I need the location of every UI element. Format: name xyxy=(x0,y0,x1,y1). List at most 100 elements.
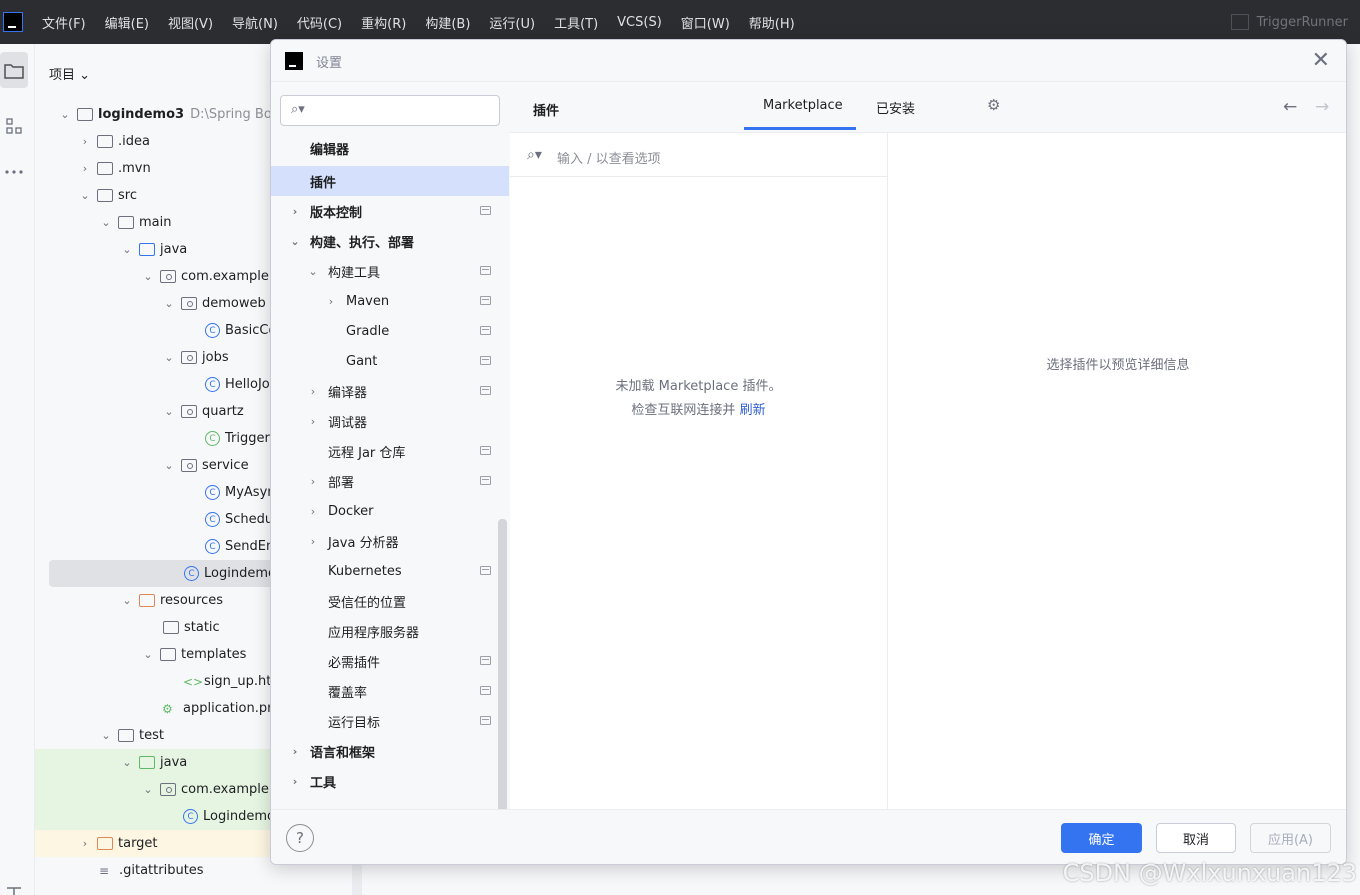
nav-item-plugins[interactable]: 插件 xyxy=(271,166,509,196)
nav-item-version-control[interactable]: › 版本控制 xyxy=(271,196,509,226)
run-config-selector[interactable]: TriggerRunner xyxy=(1230,14,1348,30)
tree-label: Logindemo xyxy=(204,566,276,581)
nav-item-trusted-locations[interactable]: 受信任的位置 xyxy=(271,586,509,616)
nav-item-debugger[interactable]: › 调试器 xyxy=(271,406,509,436)
nav-item-deployment[interactable]: › 部署 xyxy=(271,466,509,496)
nav-item-build-tools[interactable]: ⌄ 构建工具 xyxy=(271,256,509,286)
nav-item-kubernetes[interactable]: Kubernetes xyxy=(271,556,509,586)
nav-item-gradle[interactable]: Gradle xyxy=(271,316,509,346)
nav-scrollbar[interactable] xyxy=(498,519,507,809)
menu-file[interactable]: 文件(F) xyxy=(42,13,86,32)
chevron-down-icon[interactable]: ⌄ xyxy=(119,756,135,769)
menu-vcs[interactable]: VCS(S) xyxy=(617,15,662,30)
menu-build[interactable]: 构建(B) xyxy=(425,13,470,32)
plugins-header: 插件 Marketplace 已安装 ⚙ ← → xyxy=(510,82,1346,132)
package-icon xyxy=(181,459,197,472)
tree-label: jobs xyxy=(202,350,229,365)
menu-help[interactable]: 帮助(H) xyxy=(749,13,795,32)
cancel-button[interactable]: 取消 xyxy=(1156,823,1236,853)
chevron-down-icon[interactable]: ⌄ xyxy=(140,648,156,661)
empty-state-hint-text: 检查互联网连接并 xyxy=(631,403,740,418)
section-title: 插件 xyxy=(533,104,560,119)
chevron-down-icon[interactable]: ⌄ xyxy=(161,297,177,310)
source-folder-icon xyxy=(139,243,155,256)
more-tools-button[interactable] xyxy=(0,154,28,190)
nav-item-coverage[interactable]: 覆盖率 xyxy=(271,676,509,706)
chevron-right-icon[interactable]: › xyxy=(77,162,93,175)
nav-item-remote-jar[interactable]: 远程 Jar 仓库 xyxy=(271,436,509,466)
nav-item-label: Docker xyxy=(328,503,374,519)
nav-item-label: 应用程序服务器 xyxy=(328,625,420,641)
intellij-logo-icon[interactable] xyxy=(3,12,23,32)
tree-label: .idea xyxy=(118,134,150,149)
nav-item-tools[interactable]: › 工具 xyxy=(271,766,509,796)
menu-refactor[interactable]: 重构(R) xyxy=(361,13,406,32)
back-arrow-icon[interactable]: ← xyxy=(1283,97,1297,117)
folder-icon xyxy=(163,621,179,634)
chevron-down-icon[interactable]: ⌄ xyxy=(98,729,114,742)
chevron-down-icon[interactable]: ⌄ xyxy=(161,459,177,472)
chevron-right-icon[interactable]: › xyxy=(77,837,93,850)
tree-label: main xyxy=(139,215,172,230)
nav-item-java-profiler[interactable]: › Java 分析器 xyxy=(271,526,509,556)
panel-divider[interactable] xyxy=(352,860,362,895)
plugin-search-input[interactable]: ⌕▾ 输入 / 以查看选项 xyxy=(510,133,887,177)
menu-tools[interactable]: 工具(T) xyxy=(554,13,598,32)
class-icon: C xyxy=(205,512,220,527)
nav-item-gant[interactable]: Gant xyxy=(271,346,509,376)
resources-folder-icon xyxy=(139,594,155,607)
chevron-down-icon[interactable]: ⌄ xyxy=(140,783,156,796)
dialog-titlebar[interactable]: 设置 ✕ xyxy=(271,40,1346,82)
build-tool-button[interactable] xyxy=(0,874,28,895)
nav-item-maven[interactable]: › Maven xyxy=(271,286,509,316)
menu-run[interactable]: 运行(U) xyxy=(489,13,535,32)
settings-dialog: 设置 ✕ ⌕▾ 编辑器 插件 › 版本控制 ⌄ 构建、执行、部署 ⌄ 构建工具 … xyxy=(270,39,1347,865)
nav-item-editor[interactable]: 编辑器 xyxy=(271,133,509,163)
help-button[interactable]: ? xyxy=(286,824,314,852)
tab-marketplace[interactable]: Marketplace xyxy=(763,98,843,113)
structure-tool-button[interactable] xyxy=(0,108,28,144)
nav-item-app-servers[interactable]: 应用程序服务器 xyxy=(271,616,509,646)
settings-search-input[interactable]: ⌕▾ xyxy=(280,95,500,126)
project-panel-title[interactable]: 项目 ⌄ xyxy=(49,64,90,83)
folder-icon xyxy=(97,189,113,202)
tree-label: application.pro xyxy=(183,701,281,716)
chevron-down-icon[interactable]: ⌄ xyxy=(98,216,114,229)
tree-label: Logindemo xyxy=(203,809,275,824)
project-level-icon xyxy=(480,206,491,215)
menu-window[interactable]: 窗口(W) xyxy=(681,13,730,32)
tree-label: target xyxy=(118,836,158,851)
nav-item-label: Java 分析器 xyxy=(328,535,399,551)
menu-navigate[interactable]: 导航(N) xyxy=(232,13,278,32)
chevron-down-icon[interactable]: ⌄ xyxy=(140,270,156,283)
chevron-down-icon[interactable]: ⌄ xyxy=(119,243,135,256)
nav-item-languages-frameworks[interactable]: › 语言和框架 xyxy=(271,736,509,766)
class-icon: C xyxy=(205,539,220,554)
nav-item-docker[interactable]: › Docker xyxy=(271,496,509,526)
nav-item-build-exec-deploy[interactable]: ⌄ 构建、执行、部署 xyxy=(271,226,509,256)
refresh-link[interactable]: 刷新 xyxy=(740,403,766,418)
nav-item-compiler[interactable]: › 编译器 xyxy=(271,376,509,406)
settings-nav: ⌕▾ 编辑器 插件 › 版本控制 ⌄ 构建、执行、部署 ⌄ 构建工具 › Mav… xyxy=(271,82,510,809)
apply-button[interactable]: 应用(A) xyxy=(1250,823,1331,853)
close-icon[interactable]: ✕ xyxy=(1312,48,1330,73)
chevron-down-icon[interactable]: ⌄ xyxy=(161,351,177,364)
nav-item-label: 插件 xyxy=(310,175,337,191)
chevron-down-icon[interactable]: ⌄ xyxy=(77,189,93,202)
ok-button[interactable]: 确定 xyxy=(1061,823,1142,853)
forward-arrow-icon[interactable]: → xyxy=(1315,97,1329,117)
chevron-down-icon[interactable]: ⌄ xyxy=(57,108,73,121)
tab-installed[interactable]: 已安装 xyxy=(876,98,915,117)
nav-item-required-plugins[interactable]: 必需插件 xyxy=(271,646,509,676)
project-tool-button[interactable] xyxy=(0,52,28,88)
chevron-down-icon[interactable]: ⌄ xyxy=(161,405,177,418)
tree-label: com.example.lc xyxy=(181,782,284,797)
chevron-down-icon[interactable]: ⌄ xyxy=(119,594,135,607)
menu-edit[interactable]: 编辑(E) xyxy=(105,13,149,32)
package-icon xyxy=(160,270,176,283)
gear-icon[interactable]: ⚙ xyxy=(987,96,1000,114)
chevron-right-icon[interactable]: › xyxy=(77,135,93,148)
menu-view[interactable]: 视图(V) xyxy=(168,13,213,32)
menu-code[interactable]: 代码(C) xyxy=(297,13,342,32)
nav-item-run-targets[interactable]: 运行目标 xyxy=(271,706,509,736)
